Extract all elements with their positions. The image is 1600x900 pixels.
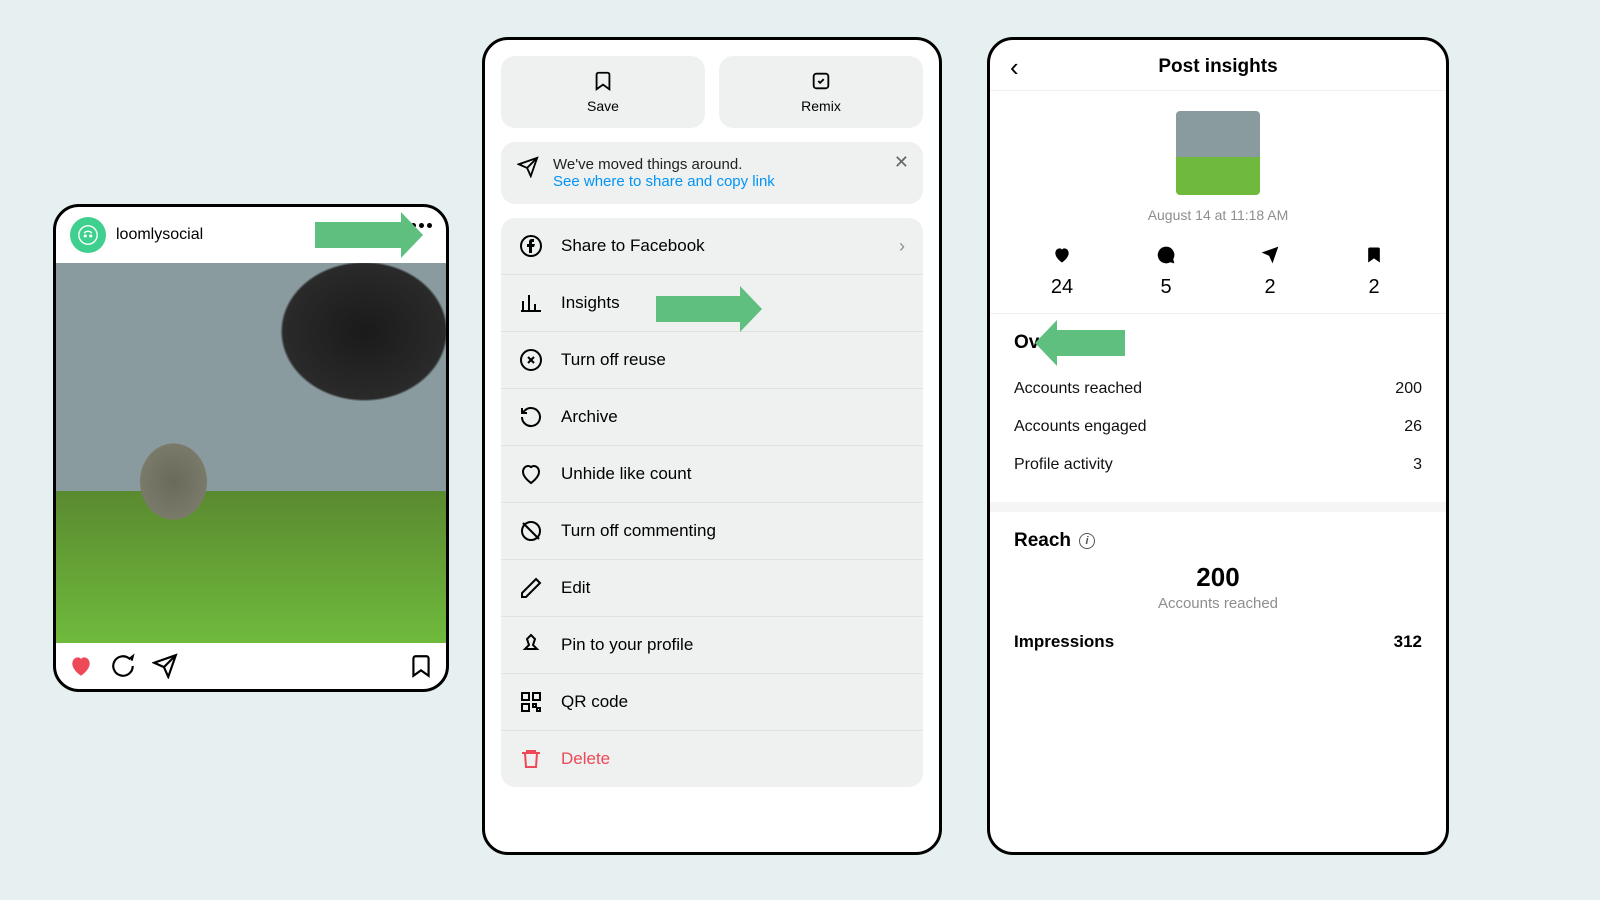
bookmark-icon [1364,245,1384,265]
post-timestamp: August 14 at 11:18 AM [990,207,1446,223]
x-circle-icon [519,348,543,372]
avatar[interactable] [70,217,106,253]
annotation-arrow [1055,330,1125,356]
bookmark-icon[interactable] [408,653,434,679]
share-icon[interactable] [152,653,178,679]
post-insights-panel: ‹ Post insights August 14 at 11:18 AM 24… [987,37,1449,855]
comment-icon [1156,245,1176,265]
comments-count: 5 [1114,276,1218,299]
saves-count: 2 [1322,276,1426,299]
heart-icon[interactable] [68,653,94,679]
heart-icon [519,462,543,486]
chevron-right-icon: › [899,236,905,257]
instagram-post-card: loomlysocial [53,204,449,692]
menu-item-edit[interactable]: Edit [501,560,923,617]
menu-item-archive[interactable]: Archive [501,389,923,446]
post-thumbnail [1176,111,1260,195]
menu-item-delete[interactable]: Delete [501,731,923,787]
close-icon[interactable]: ✕ [894,152,909,173]
pin-icon [519,633,543,657]
menu-item-turn-off-commenting[interactable]: Turn off commenting [501,503,923,560]
annotation-arrow [656,296,742,322]
share-icon [1260,245,1280,265]
save-button[interactable]: Save [501,56,705,128]
menu-item-qr[interactable]: QR code [501,674,923,731]
reach-number: 200 [1014,562,1422,593]
annotation-arrow [315,222,403,248]
remix-button[interactable]: Remix [719,56,923,128]
reach-section: Reach i 200 Accounts reached [990,512,1446,622]
menu-item-share-facebook[interactable]: Share to Facebook › [501,218,923,275]
trash-icon [519,747,543,771]
menu-item-unhide-likes[interactable]: Unhide like count [501,446,923,503]
remix-icon [810,70,832,92]
back-button[interactable]: ‹ [1010,52,1019,83]
archive-icon [519,405,543,429]
username[interactable]: loomlysocial [116,226,203,244]
impressions-row: Impressions 312 [990,622,1446,652]
page-title: Post insights [1158,56,1277,78]
heart-icon [1052,245,1072,265]
menu-item-turn-off-reuse[interactable]: Turn off reuse [501,332,923,389]
post-image[interactable] [56,263,446,643]
send-icon [517,156,539,178]
notice-banner: We've moved things around. See where to … [501,142,923,204]
facebook-icon [519,234,543,258]
engagement-stats-row: 24 5 2 2 [990,223,1446,314]
qr-icon [519,690,543,714]
likes-count: 24 [1010,276,1114,299]
notice-link[interactable]: See where to share and copy link [553,173,775,190]
pencil-icon [519,576,543,600]
comment-icon[interactable] [110,653,136,679]
bookmark-icon [592,70,614,92]
comment-off-icon [519,519,543,543]
info-icon[interactable]: i [1079,533,1095,549]
insights-icon [519,291,543,315]
menu-item-pin[interactable]: Pin to your profile [501,617,923,674]
post-action-sheet: Save Remix We've moved things around. Se… [482,37,942,855]
shares-count: 2 [1218,276,1322,299]
